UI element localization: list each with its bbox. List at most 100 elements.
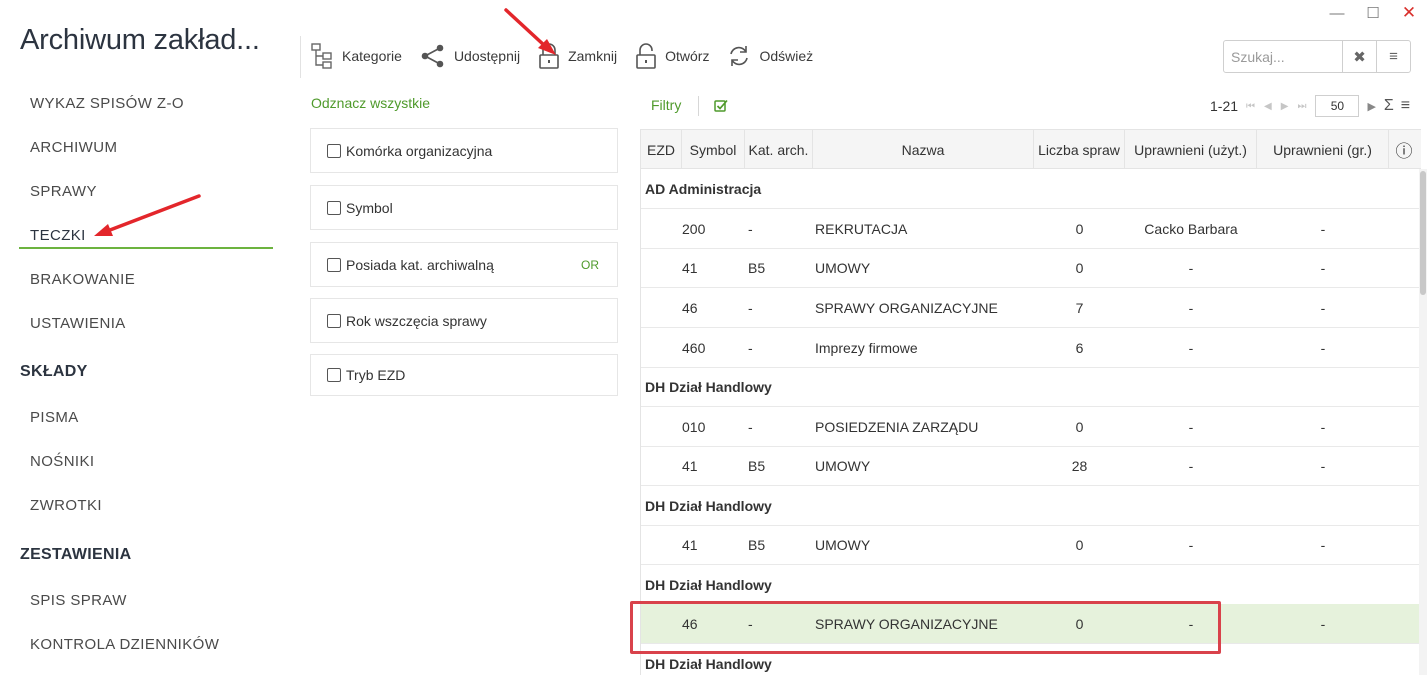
zamknij-button[interactable]: Zamknij: [538, 38, 617, 74]
cell-uprawnieni-uzyt: -: [1188, 537, 1194, 553]
col-uprawnieni-uzyt[interactable]: Uprawnieni (użyt.): [1125, 130, 1257, 169]
cell-uprawnieni-gr: -: [1320, 340, 1326, 356]
udostepnij-button[interactable]: Udostępnij: [420, 38, 520, 74]
app-title: Archiwum zakład...: [20, 24, 260, 56]
group-row[interactable]: AD Administracja: [641, 169, 1421, 209]
cell-symbol: 200: [682, 221, 706, 237]
col-liczba-spraw[interactable]: Liczba spraw: [1034, 130, 1125, 169]
filter-checkbox[interactable]: [327, 200, 341, 215]
sidebar-item-brakowanie[interactable]: BRAKOWANIE: [30, 271, 135, 288]
search-menu-button[interactable]: ≡: [1376, 41, 1410, 72]
maximize-button[interactable]: ☐: [1355, 2, 1391, 24]
table-row[interactable]: 200 - REKRUTACJA 0 Cacko Barbara -: [641, 209, 1421, 249]
sidebar-item-archiwum[interactable]: ARCHIWUM: [30, 139, 117, 156]
page-size-input[interactable]: 50: [1315, 95, 1360, 117]
kategorie-button[interactable]: Kategorie: [310, 38, 402, 74]
cell-uprawnieni-uzyt: -: [1188, 260, 1194, 276]
col-uprawnieni-gr[interactable]: Uprawnieni (gr.): [1257, 130, 1389, 169]
otworz-label: Otwórz: [665, 48, 710, 64]
sidebar-item-kontrola-dziennikow[interactable]: KONTROLA DZIENNIKÓW: [30, 636, 219, 653]
last-page-button[interactable]: ⏭: [1297, 101, 1306, 112]
prev-page-button[interactable]: ◀: [1264, 101, 1272, 112]
close-window-button[interactable]: ✕: [1391, 2, 1427, 24]
grid-scrollbar[interactable]: [1419, 169, 1427, 675]
table-row[interactable]: 41 B5 UMOWY 28 - -: [641, 446, 1421, 486]
otworz-button[interactable]: Otwórz: [635, 38, 709, 74]
group-label: DH Dział Handlowy: [645, 577, 772, 593]
cell-liczba-spraw: 28: [1071, 458, 1088, 474]
toolbar: Kategorie Udostępnij Zamknij Otwórz Odśw…: [310, 38, 831, 74]
sidebar-item-spis-spraw[interactable]: SPIS SPRAW: [30, 592, 127, 609]
group-label: DH Dział Handlowy: [645, 656, 772, 672]
table-row[interactable]: 46 - SPRAWY ORGANIZACYJNE 7 - -: [641, 288, 1421, 328]
filter-checkbox[interactable]: [327, 143, 341, 158]
cell-nazwa: SPRAWY ORGANIZACYJNE: [815, 300, 998, 316]
cell-uprawnieni-uzyt: -: [1188, 340, 1194, 356]
cell-kat-arch: B5: [748, 458, 766, 474]
cell-liczba-spraw: 6: [1075, 340, 1084, 356]
grid-menu-icon[interactable]: ≡: [1401, 97, 1410, 115]
sum-icon[interactable]: Σ: [1384, 97, 1394, 115]
search-input[interactable]: [1224, 41, 1342, 72]
odswiez-button[interactable]: Odśwież: [727, 38, 813, 74]
filter-label: Symbol: [346, 199, 393, 216]
table-row[interactable]: 41 B5 UMOWY 0 - -: [641, 248, 1421, 288]
share-icon: [421, 44, 444, 68]
sidebar-item-sprawy[interactable]: SPRAWY: [30, 183, 97, 200]
sidebar-item-zwrotki[interactable]: ZWROTKI: [30, 497, 102, 514]
clear-search-button[interactable]: ✖: [1342, 41, 1376, 72]
filter-checkbox[interactable]: [327, 313, 341, 328]
section-title-zestawienia: ZESTAWIENIA: [20, 546, 132, 563]
sidebar-item-ustawienia[interactable]: USTAWIENIA: [30, 315, 126, 332]
info-icon[interactable]: ⓘ: [1389, 130, 1419, 169]
apply-filter-icon[interactable]: [714, 99, 728, 113]
cell-symbol: 460: [682, 340, 706, 356]
cell-kat-arch: B5: [748, 537, 766, 553]
filter-kat-archiwalna[interactable]: Posiada kat. archiwalną OR: [310, 242, 618, 287]
table-row[interactable]: 41 B5 UMOWY 0 - -: [641, 525, 1421, 565]
next-page-button[interactable]: ▶: [1281, 101, 1289, 112]
filter-rok-wszczecia[interactable]: Rok wszczęcia sprawy: [310, 298, 618, 343]
scrollbar-thumb[interactable]: [1420, 171, 1426, 295]
group-row[interactable]: DH Dział Handlowy: [641, 486, 1421, 526]
col-nazwa[interactable]: Nazwa: [813, 130, 1034, 169]
filter-tryb-ezd[interactable]: Tryb EZD: [310, 354, 618, 396]
filter-checkbox[interactable]: [327, 257, 341, 272]
col-ezd[interactable]: EZD: [641, 130, 682, 169]
cell-liczba-spraw: 0: [1075, 221, 1084, 237]
kategorie-label: Kategorie: [342, 48, 402, 64]
window-controls: — ☐ ✕: [1319, 2, 1427, 24]
filter-checkbox[interactable]: [327, 368, 341, 382]
filter-komorka[interactable]: Komórka organizacyjna: [310, 128, 618, 173]
col-kat-arch[interactable]: Kat. arch.: [745, 130, 813, 169]
or-badge[interactable]: OR: [581, 258, 599, 272]
sidebar-item-nosniki[interactable]: NOŚNIKI: [30, 453, 94, 470]
cell-kat-arch: -: [748, 340, 753, 356]
filter-symbol[interactable]: Symbol: [310, 185, 618, 230]
table-row[interactable]: 460 - Imprezy firmowe 6 - -: [641, 328, 1421, 368]
deselect-all-link[interactable]: Odznacz wszystkie: [311, 95, 430, 111]
sidebar-item-teczki[interactable]: TECZKI: [30, 227, 86, 244]
cell-uprawnieni-gr: -: [1320, 300, 1326, 316]
filters-toggle[interactable]: Filtry: [651, 97, 681, 113]
sidebar-item-pisma[interactable]: PISMA: [30, 409, 79, 426]
col-symbol[interactable]: Symbol: [682, 130, 745, 169]
section-title-sklady: SKŁADY: [20, 363, 88, 380]
table-row[interactable]: 010 - POSIEDZENIA ZARZĄDU 0 - -: [641, 407, 1421, 447]
cell-kat-arch: -: [748, 221, 753, 237]
hierarchy-icon: [311, 43, 332, 69]
cell-symbol: 41: [682, 458, 698, 474]
group-row[interactable]: DH Dział Handlowy: [641, 367, 1421, 407]
filter-label: Tryb EZD: [346, 367, 406, 383]
first-page-button[interactable]: ⏮: [1246, 101, 1255, 112]
minimize-button[interactable]: —: [1319, 2, 1355, 24]
filters-separator: [698, 96, 699, 116]
udostepnij-label: Udostępnij: [453, 48, 521, 64]
group-label: DH Dział Handlowy: [645, 498, 772, 514]
page-go-button[interactable]: ▶: [1367, 100, 1375, 113]
group-row[interactable]: DH Dział Handlowy: [641, 565, 1421, 605]
cell-kat-arch: -: [748, 300, 753, 316]
cell-uprawnieni-gr: -: [1320, 419, 1326, 435]
zamknij-label: Zamknij: [568, 48, 618, 64]
sidebar-item-wykaz-spisow[interactable]: WYKAZ SPISÓW Z-O: [30, 95, 184, 112]
